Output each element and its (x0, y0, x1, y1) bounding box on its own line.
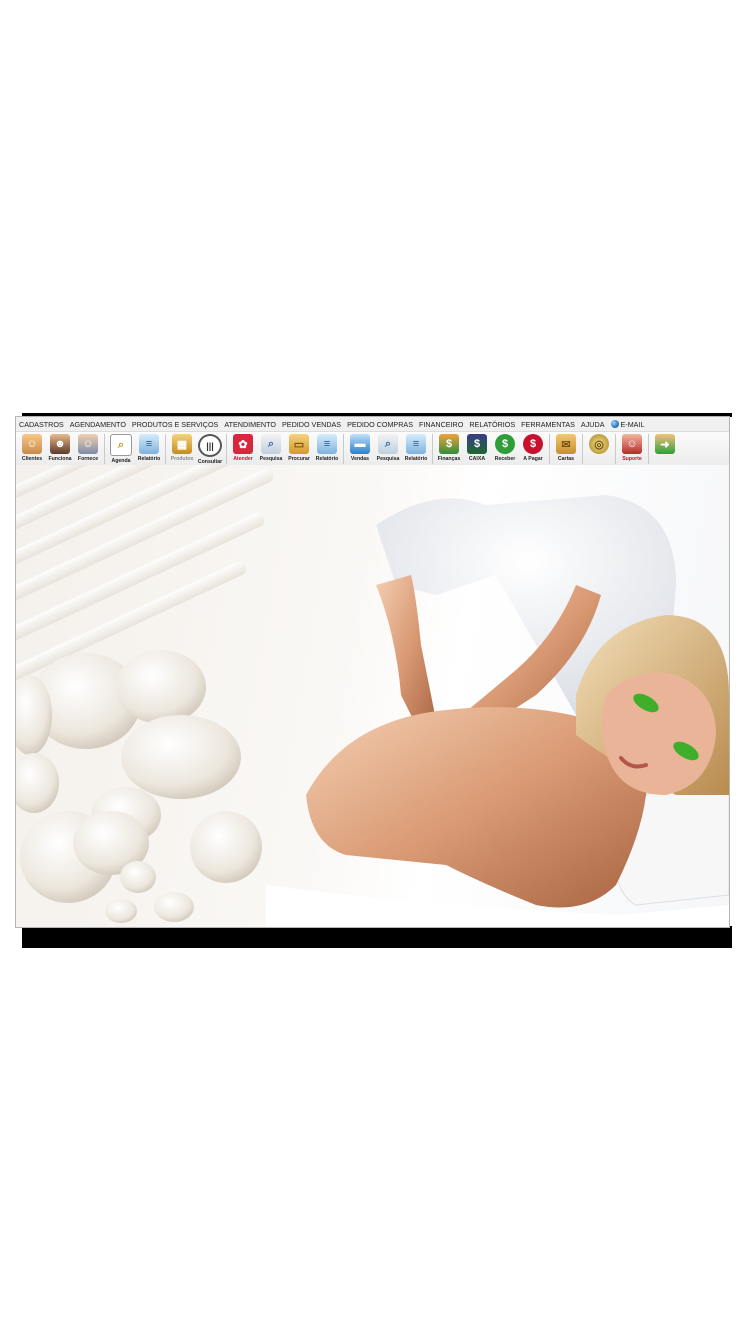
menu-atendimento[interactable]: ATENDIMENTO (224, 420, 276, 429)
atender-button[interactable]: ✿ Atender (229, 432, 257, 465)
toolbar-separator (343, 434, 344, 464)
menu-produtos-servicos[interactable]: PRODUTOS E SERVIÇOS (132, 420, 218, 429)
toolbar-separator (648, 434, 649, 464)
toolbar-separator (165, 434, 166, 464)
letters-icon: ✉ (556, 434, 576, 454)
pesquisa-vendas-button[interactable]: ⌕ Pesquisa (374, 432, 402, 465)
caixa-label: CAIXA (468, 456, 486, 462)
funcionarios-label: Funciona (48, 456, 72, 462)
globe-icon (610, 420, 619, 428)
menu-ajuda[interactable]: AJUDA (581, 420, 605, 429)
menu-ferramentas[interactable]: FERRAMENTAS (521, 420, 575, 429)
pay-money-icon: $ (523, 434, 543, 454)
procurar-label: Procurar (288, 456, 310, 462)
toolbar-separator (582, 434, 583, 464)
pesquisa-atend-label: Pesquisa (259, 456, 283, 462)
finance-icon: $ (439, 434, 459, 454)
relatorio-vendas-label: Relatório (404, 456, 428, 462)
consultar-button[interactable]: ||| Consultar (196, 432, 224, 465)
toolbar-separator (226, 434, 227, 464)
menu-pedido-vendas[interactable]: PEDIDO VENDAS (282, 420, 341, 429)
agenda-button[interactable]: ⌕ Agenda (107, 432, 135, 465)
a-pagar-label: A Pagar (523, 456, 543, 462)
receive-money-icon: $ (495, 434, 515, 454)
exit-icon: ➜ (655, 434, 675, 454)
a-pagar-button[interactable]: $ A Pagar (519, 432, 547, 465)
vendas-button[interactable]: ▬ Vendas (346, 432, 374, 465)
financas-button[interactable]: $ Finanças (435, 432, 463, 465)
funcionarios-button[interactable]: ☻ Funciona (46, 432, 74, 465)
barcode-icon: ||| (198, 434, 222, 457)
window-shadow-bottom (22, 926, 732, 948)
sales-icon: ▬ (350, 434, 370, 454)
menu-cadastros[interactable]: CADASTROS (19, 420, 64, 429)
menu-pedido-compras[interactable]: PEDIDO COMPRAS (347, 420, 413, 429)
relatorio-atend-label: Relatório (315, 456, 339, 462)
pesquisa-vendas-label: Pesquisa (376, 456, 400, 462)
agenda-icon: ⌕ (110, 434, 132, 456)
procurar-button[interactable]: ▭ Procurar (285, 432, 313, 465)
toolbar: ☺ Clientes ☻ Funciona ☺ Fornece ⌕ Agenda… (16, 432, 729, 466)
coin-button[interactable]: ◎ (585, 432, 613, 465)
produtos-label: Produtos (170, 456, 194, 462)
vendas-label: Vendas (350, 456, 370, 462)
menu-email[interactable]: E-MAIL (610, 419, 645, 429)
relatorio-atend-button[interactable]: ≡ Relatório (313, 432, 341, 465)
relatorio-vendas-button[interactable]: ≡ Relatório (402, 432, 430, 465)
spa-background-image (16, 465, 729, 927)
report-icon: ≡ (139, 434, 159, 454)
support-icon: ☺ (622, 434, 642, 454)
atender-label: Atender (233, 456, 253, 462)
menu-agendamento[interactable]: AGENDAMENTO (70, 420, 126, 429)
produtos-button[interactable]: ▦ Produtos (168, 432, 196, 465)
relatorio-agenda-label: Relatório (137, 456, 161, 462)
relatorio-agenda-button[interactable]: ≡ Relatório (135, 432, 163, 465)
pesquisa-atend-button[interactable]: ⌕ Pesquisa (257, 432, 285, 465)
clients-icon: ☺ (22, 434, 42, 454)
folder-icon: ▭ (289, 434, 309, 454)
toolbar-separator (615, 434, 616, 464)
caixa-button[interactable]: $ CAIXA (463, 432, 491, 465)
massage-scene-image (266, 495, 729, 927)
cartas-button[interactable]: ✉ Cartas (552, 432, 580, 465)
report-icon: ≡ (317, 434, 337, 454)
menu-relatorios[interactable]: RELATÓRIOS (469, 420, 515, 429)
fornecedores-button[interactable]: ☺ Fornece (74, 432, 102, 465)
coin-icon: ◎ (589, 434, 609, 454)
search-doc-icon: ⌕ (261, 434, 281, 454)
cartas-label: Cartas (557, 456, 575, 462)
products-icon: ▦ (172, 434, 192, 454)
toolbar-separator (432, 434, 433, 464)
receber-button[interactable]: $ Receber (491, 432, 519, 465)
clientes-button[interactable]: ☺ Clientes (18, 432, 46, 465)
toolbar-separator (104, 434, 105, 464)
toolbar-separator (549, 434, 550, 464)
cash-register-icon: $ (467, 434, 487, 454)
attend-icon: ✿ (233, 434, 253, 454)
fornecedores-label: Fornece (77, 456, 99, 462)
menu-bar: CADASTROS AGENDAMENTO PRODUTOS E SERVIÇO… (16, 417, 729, 432)
suporte-label: Suporte (622, 456, 642, 462)
report-icon: ≡ (406, 434, 426, 454)
menu-financeiro[interactable]: FINANCEIRO (419, 420, 463, 429)
financas-label: Finanças (437, 456, 461, 462)
agenda-label: Agenda (111, 458, 131, 464)
suppliers-icon: ☺ (78, 434, 98, 454)
receber-label: Receber (494, 456, 516, 462)
search-doc-icon: ⌕ (378, 434, 398, 454)
app-window: CADASTROS AGENDAMENTO PRODUTOS E SERVIÇO… (15, 416, 730, 928)
employees-icon: ☻ (50, 434, 70, 454)
menu-email-label: E-MAIL (620, 419, 645, 429)
exit-button[interactable]: ➜ (651, 432, 679, 465)
suporte-button[interactable]: ☺ Suporte (618, 432, 646, 465)
clientes-label: Clientes (21, 456, 43, 462)
